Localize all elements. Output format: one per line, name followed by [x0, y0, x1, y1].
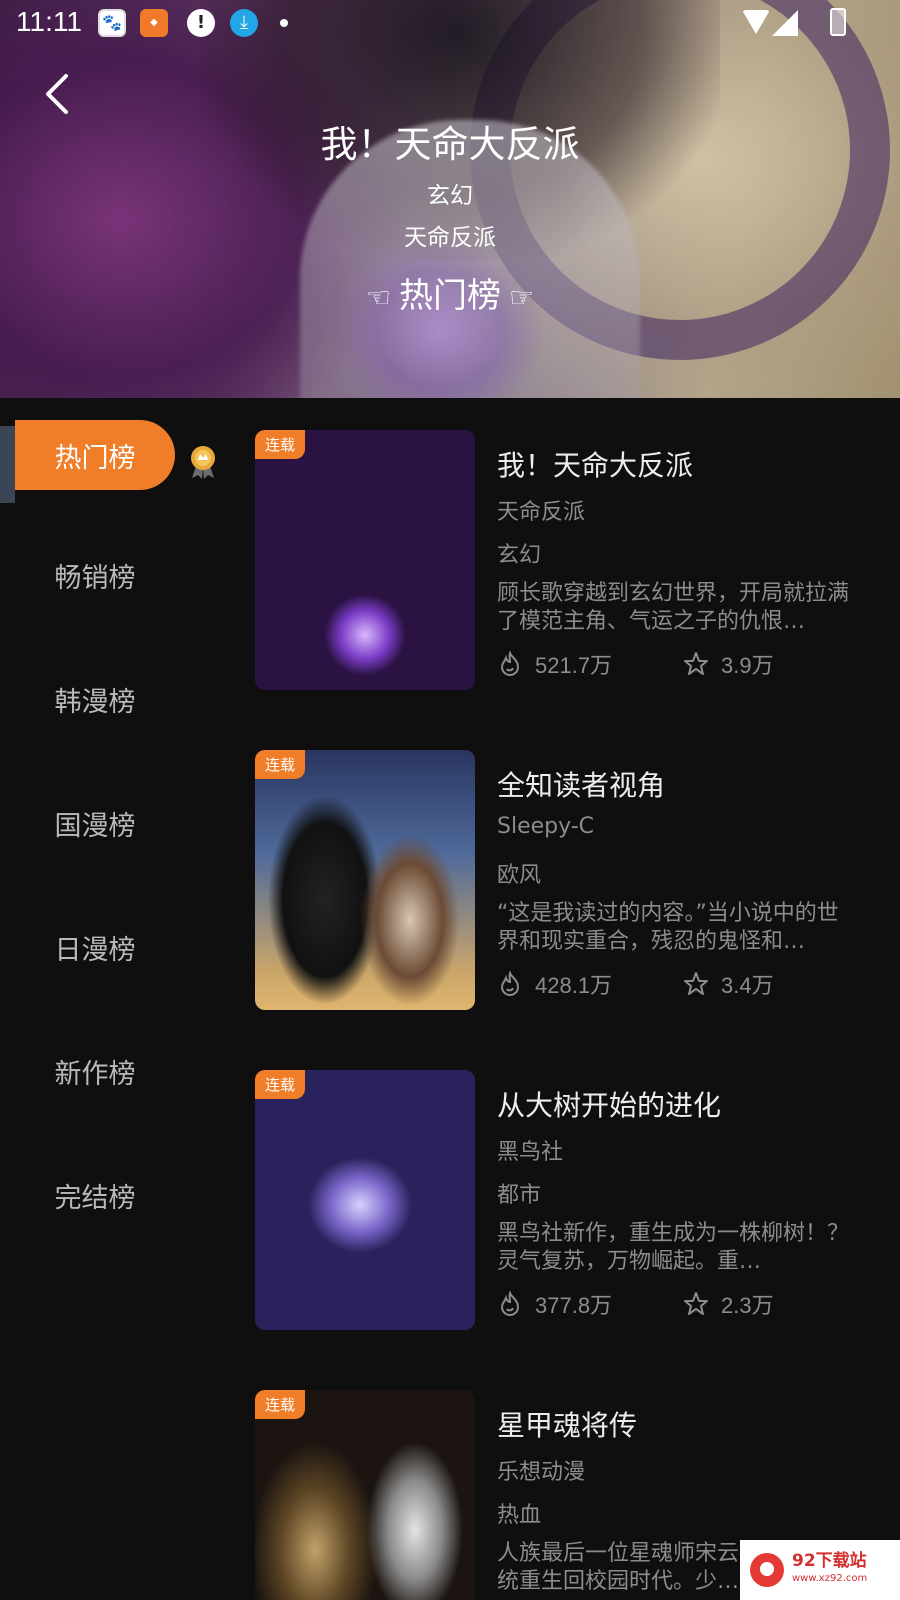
views-count: 521.7万: [535, 653, 613, 678]
sidebar-active-indicator: [0, 426, 15, 503]
sidebar-item-korean[interactable]: 韩漫榜: [15, 664, 175, 734]
comic-card[interactable]: 连载 全知读者视角 Sleepy-C 欧风 “这是我读过的内容。”当小说中的世界…: [255, 750, 875, 1010]
comic-description: “这是我读过的内容。”当小说中的世界和现实重合，残忍的鬼怪和…: [497, 901, 839, 954]
favorites-count: 3.4万: [721, 973, 774, 998]
comic-stats: 377.8万 2.3万: [497, 1288, 877, 1318]
alert-icon: !: [187, 9, 215, 37]
watermark-name: 92下载站: [792, 1551, 867, 1571]
sidebar-item-label: 国漫榜: [54, 810, 136, 842]
favorites-count: 3.9万: [721, 653, 774, 678]
status-time: 11:11: [16, 6, 82, 37]
serializing-badge: 连载: [255, 750, 306, 779]
sidebar-item-new[interactable]: 新作榜: [15, 1036, 175, 1106]
medal-icon: [191, 446, 215, 479]
favorites-count: 2.3万: [721, 1293, 774, 1318]
sidebar-item-label: 日漫榜: [54, 934, 136, 966]
star-icon: [684, 652, 708, 675]
comic-title: 全知读者视角: [497, 769, 666, 802]
back-button[interactable]: [36, 70, 84, 118]
flame-icon: [500, 651, 520, 676]
serializing-badge: 连载: [255, 430, 306, 459]
star-icon: [684, 1292, 708, 1315]
status-bar: 11:11 🐾 ◆ ! ⤓: [0, 0, 900, 46]
notification-dot-icon: [280, 19, 288, 27]
watermark-logo-icon: [750, 1553, 784, 1587]
comic-stats: 428.1万 3.4万: [497, 968, 877, 998]
comic-card[interactable]: 连载 从大树开始的进化 黑鸟社 都市 黑鸟社新作，重生成为一株柳树！？灵气复苏，…: [255, 1070, 875, 1330]
views-stat: 377.8万: [497, 1288, 612, 1320]
serializing-badge: 连载: [255, 1390, 306, 1419]
comic-genre: 都市: [497, 1183, 542, 1208]
hero-title: 我！天命大反派: [320, 123, 580, 166]
comic-cover[interactable]: 连载: [255, 750, 475, 1010]
comic-author: Sleepy-C: [497, 814, 595, 839]
flame-icon: [500, 1291, 520, 1316]
comic-description: 黑鸟社新作，重生成为一株柳树！？灵气复苏，万物崛起。重…: [497, 1221, 850, 1274]
sidebar-item-label: 畅销榜: [54, 562, 136, 594]
views-count: 377.8万: [535, 1293, 613, 1318]
sidebar-item-label: 完结榜: [54, 1182, 136, 1214]
sidebar-item-completed[interactable]: 完结榜: [15, 1160, 175, 1230]
views-stat: 428.1万: [497, 968, 612, 1000]
sidebar-item-hot[interactable]: 热门榜: [15, 420, 175, 490]
hero-rank-label: 热门榜: [399, 276, 501, 316]
comic-description: 顾长歌穿越到玄幻世界，开局就拉满了模范主角、气运之子的仇恨…: [497, 581, 850, 634]
sidebar-item-bestseller[interactable]: 畅销榜: [15, 540, 175, 610]
site-watermark: 92下载站 www.xz92.com: [740, 1540, 900, 1600]
comic-genre: 热血: [497, 1503, 542, 1528]
comic-title: 星甲魂将传: [497, 1409, 638, 1442]
signal-icon: [772, 10, 798, 36]
comic-genre: 玄幻: [497, 543, 542, 568]
hand-right-icon: ☞: [509, 281, 535, 314]
sidebar-item-label: 热门榜: [54, 442, 136, 474]
favorites-stat: 3.4万: [683, 968, 774, 1000]
wifi-icon: [742, 10, 770, 34]
favorites-stat: 2.3万: [683, 1288, 774, 1320]
comic-author: 黑鸟社: [497, 1140, 564, 1165]
comic-stats: 521.7万 3.9万: [497, 648, 877, 678]
comic-author: 天命反派: [497, 500, 586, 525]
comic-cover[interactable]: 连载: [255, 1070, 475, 1330]
baidu-icon: 🐾: [98, 9, 126, 37]
rank-sidebar: 热门榜 畅销榜 韩漫榜 国漫榜 日漫榜 新作榜 完结榜: [0, 398, 240, 1600]
favorites-stat: 3.9万: [683, 648, 774, 680]
sidebar-item-label: 韩漫榜: [54, 686, 136, 718]
battery-icon: [830, 8, 846, 36]
flame-icon: [500, 971, 520, 996]
comic-author: 乐想动漫: [497, 1460, 586, 1485]
hero-genre: 玄幻: [427, 183, 473, 209]
hand-left-icon: ☜: [365, 281, 391, 314]
sidebar-item-domestic[interactable]: 国漫榜: [15, 788, 175, 858]
watermark-url: www.xz92.com: [792, 1573, 868, 1584]
comic-title: 从大树开始的进化: [497, 1089, 722, 1122]
chevron-left-icon: [46, 74, 68, 114]
comic-card[interactable]: 连载 我！天命大反派 天命反派 玄幻 顾长歌穿越到玄幻世界，开局就拉满了模范主角…: [255, 430, 875, 690]
app-icon: ◆: [140, 9, 168, 37]
sidebar-item-label: 新作榜: [54, 1058, 136, 1090]
comic-cover[interactable]: 连载: [255, 430, 475, 690]
star-icon: [684, 972, 708, 995]
comic-title: 我！天命大反派: [497, 449, 694, 482]
hero-rank-heading: ☜ 热门榜 ☞: [0, 268, 900, 317]
comic-cover[interactable]: 连载: [255, 1390, 475, 1600]
hero-banner: 11:11 🐾 ◆ ! ⤓ 我！天命大反派 玄幻 天命反派 ☜ 热门榜 ☞: [0, 0, 900, 398]
comic-genre: 欧风: [497, 863, 542, 888]
hero-author: 天命反派: [404, 225, 496, 251]
serializing-badge: 连载: [255, 1070, 306, 1099]
views-stat: 521.7万: [497, 648, 612, 680]
sidebar-item-japanese[interactable]: 日漫榜: [15, 912, 175, 982]
download-icon: ⤓: [230, 9, 258, 37]
views-count: 428.1万: [535, 973, 613, 998]
